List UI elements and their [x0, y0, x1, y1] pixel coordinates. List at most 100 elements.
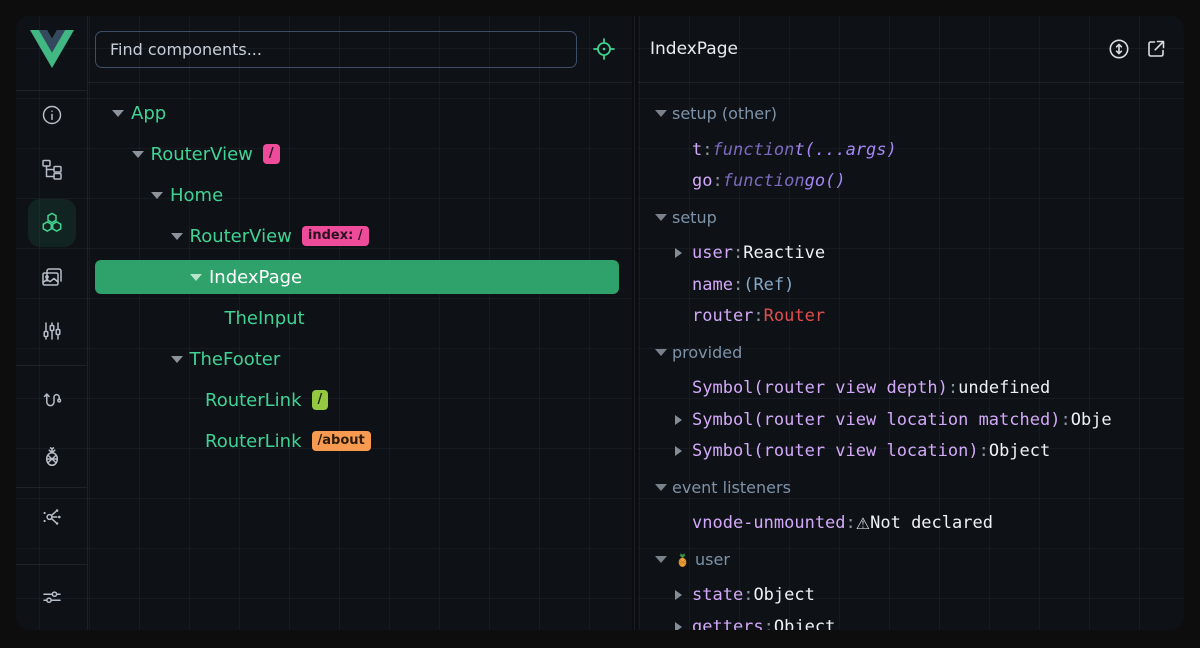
state-section-provided: provided Symbol(router view depth) : unde… — [655, 337, 1184, 468]
expand-arrow-icon[interactable] — [675, 590, 692, 600]
tree-header — [88, 16, 632, 83]
key-value-separator: : — [733, 275, 743, 295]
tree-node-routerview-1[interactable]: RouterView/ — [88, 134, 632, 175]
select-component-button[interactable] — [590, 35, 618, 63]
state-row-getters[interactable]: getters : Object — [655, 611, 1184, 630]
component-tree-panel: App RouterView/HomeRouterViewindex: / Inde… — [88, 16, 632, 630]
tree-node-app-0[interactable]: App — [88, 93, 632, 134]
state-value: Not declared — [870, 513, 993, 533]
component-name: IndexPage — [209, 267, 302, 288]
inspector-state: setup (other)t : function t(...args)go :… — [638, 83, 1184, 630]
collapse-toggle-icon[interactable] — [112, 110, 124, 117]
section-collapse-icon[interactable] — [655, 349, 667, 356]
pineapple-emoji-icon — [674, 551, 691, 568]
state-value: undefined — [958, 378, 1050, 398]
sidebar-item-components[interactable] — [28, 199, 76, 247]
inspector-panel: IndexPage setup (other)t : function t(..… — [638, 16, 1184, 630]
sidebar-item-pinia[interactable] — [28, 432, 76, 480]
expand-arrow-icon[interactable] — [675, 415, 692, 425]
state-row-router[interactable]: router : Router — [655, 301, 1184, 333]
state-row-vnode-unmounted[interactable]: vnode-unmounted : ⚠ Not declared — [655, 508, 1184, 540]
tree-node-routerview-3[interactable]: RouterViewindex: / — [88, 216, 632, 257]
graph-icon — [40, 505, 64, 529]
section-collapse-icon[interactable] — [655, 110, 667, 117]
section-collapse-icon[interactable] — [655, 556, 667, 563]
expand-arrow-icon[interactable] — [675, 622, 692, 630]
state-key: go — [692, 171, 712, 191]
collapse-toggle-icon[interactable] — [190, 274, 202, 281]
vue-logo — [30, 29, 74, 69]
section-header[interactable]: provided — [655, 337, 1184, 369]
key-value-separator: : — [753, 306, 763, 326]
component-name: TheInput — [225, 308, 305, 329]
search-input[interactable] — [95, 31, 577, 68]
collapse-toggle-icon[interactable] — [132, 151, 144, 158]
state-value: Object — [989, 441, 1050, 461]
state-value: Object — [753, 585, 814, 605]
vertical-expand-button[interactable] — [1106, 36, 1132, 62]
mixer-icon — [40, 319, 64, 343]
tree-node-indexpage-4[interactable]: IndexPage — [88, 257, 632, 298]
state-row-symbol-router-view-location-[interactable]: Symbol(router view location) : Object — [655, 436, 1184, 468]
state-row-user[interactable]: user : Reactive — [655, 238, 1184, 270]
state-section-user: user state : Objectgetters : Object — [655, 544, 1184, 631]
collapse-toggle-icon[interactable] — [171, 356, 183, 363]
open-in-editor-button[interactable] — [1143, 36, 1169, 62]
state-row-symbol-router-view-depth-[interactable]: Symbol(router view depth) : undefined — [655, 373, 1184, 405]
sidebar-divider — [16, 564, 87, 565]
section-header[interactable]: setup (other) — [655, 98, 1184, 130]
state-key: user — [692, 243, 733, 263]
state-key: Symbol(router view depth) — [692, 378, 948, 398]
state-row-name[interactable]: name : (Ref) — [655, 269, 1184, 301]
section-collapse-icon[interactable] — [655, 484, 667, 491]
tree-node-routerlink-7[interactable]: RouterLink/ — [88, 380, 632, 421]
sidebar-item-graph[interactable] — [28, 493, 76, 541]
component-name: App — [131, 103, 166, 124]
target-icon — [591, 36, 617, 62]
state-value: function — [723, 171, 805, 191]
sidebar-divider — [16, 487, 87, 488]
state-value: Reactive — [743, 243, 825, 263]
section-header[interactable]: setup — [655, 202, 1184, 234]
tree-node-thefooter-6[interactable]: TheFooter — [88, 339, 632, 380]
sidebar-item-settings[interactable] — [28, 573, 76, 621]
route-badge: index: / — [302, 226, 369, 245]
vertical-expand-icon — [1107, 37, 1131, 61]
state-key: Symbol(router view location) — [692, 441, 979, 461]
route-icon — [40, 389, 64, 413]
key-value-separator: : — [1060, 410, 1070, 430]
state-value: function — [713, 140, 795, 160]
sidebar-item-info[interactable] — [28, 91, 76, 139]
section-collapse-icon[interactable] — [655, 214, 667, 221]
expand-arrow-icon[interactable] — [675, 248, 692, 258]
sliders-icon — [40, 585, 64, 609]
key-value-separator: : — [979, 441, 989, 461]
tree-node-theinput-5[interactable]: TheInput — [88, 298, 632, 339]
section-label: setup (other) — [672, 104, 777, 123]
state-key: t — [692, 140, 702, 160]
sidebar-item-router[interactable] — [28, 377, 76, 425]
collapse-toggle-icon[interactable] — [151, 192, 163, 199]
devtools-window: App RouterView/HomeRouterViewindex: / Inde… — [16, 16, 1184, 630]
pineapple-icon — [40, 444, 64, 468]
key-value-separator: : — [712, 171, 722, 191]
state-value: t(...args) — [794, 140, 896, 160]
key-value-separator: : — [948, 378, 958, 398]
sidebar-item-options[interactable] — [28, 307, 76, 355]
sidebar-item-pages[interactable] — [28, 145, 76, 193]
warning-icon: ⚠ — [856, 514, 870, 533]
section-header[interactable]: user — [655, 544, 1184, 576]
state-row-symbol-router-view-location-matched-[interactable]: Symbol(router view location matched) : O… — [655, 404, 1184, 436]
section-label: user — [695, 550, 730, 569]
sidebar-item-assets[interactable] — [28, 253, 76, 301]
state-row-go[interactable]: go : function go() — [655, 166, 1184, 198]
section-header[interactable]: event listeners — [655, 472, 1184, 504]
collapse-toggle-icon[interactable] — [171, 233, 183, 240]
hierarchy-icon — [40, 157, 64, 181]
state-row-state[interactable]: state : Object — [655, 580, 1184, 612]
tree-node-routerlink-8[interactable]: RouterLink/about — [88, 421, 632, 462]
expand-arrow-icon[interactable] — [675, 446, 692, 456]
state-row-t[interactable]: t : function t(...args) — [655, 134, 1184, 166]
tree-node-home-2[interactable]: Home — [88, 175, 632, 216]
key-value-separator: : — [702, 140, 712, 160]
